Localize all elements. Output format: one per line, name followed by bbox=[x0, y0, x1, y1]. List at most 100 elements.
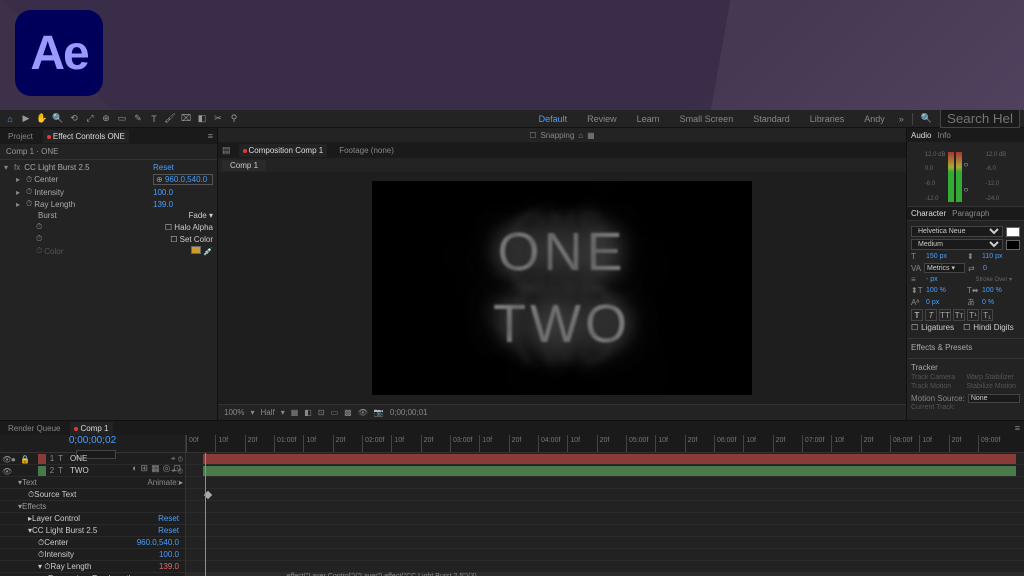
track-camera-button[interactable]: Track Camera bbox=[911, 374, 965, 381]
prop-color-swatch[interactable]: 💉 bbox=[191, 246, 213, 256]
twirl-icon[interactable]: ▾ bbox=[4, 163, 14, 172]
smallcaps-button[interactable]: Tт bbox=[953, 309, 965, 321]
prop-effects[interactable]: ▾ Effects bbox=[0, 501, 185, 513]
view-icon[interactable]: 👁 bbox=[358, 408, 368, 417]
snap-opt2-icon[interactable]: ▦ bbox=[587, 131, 595, 140]
effect-controls-tab[interactable]: Effect Controls ONE bbox=[43, 130, 129, 143]
tracker-title[interactable]: Tracker bbox=[911, 363, 1020, 372]
visibility-icon[interactable]: 👁 bbox=[2, 455, 10, 463]
baseline-value[interactable]: 0 px bbox=[924, 299, 964, 306]
anchor-tool-icon[interactable]: ⊕ bbox=[100, 113, 112, 125]
home-icon[interactable]: ⌂ bbox=[4, 113, 16, 125]
workspace-andy[interactable]: Andy bbox=[858, 112, 891, 126]
effects-presets-title[interactable]: Effects & Presets bbox=[911, 343, 1020, 352]
viewer-timecode[interactable]: 0;00;00;01 bbox=[390, 408, 428, 417]
rotate-tool-icon[interactable]: ⤢ bbox=[84, 113, 96, 125]
effect-name[interactable]: CC Light Burst 2.5 bbox=[22, 163, 153, 172]
workspace-standard[interactable]: Standard bbox=[747, 112, 796, 126]
font-family-select[interactable]: Helvetica Neue bbox=[911, 226, 1003, 237]
workspace-review[interactable]: Review bbox=[581, 112, 623, 126]
stabilize-motion-button[interactable]: Stabilize Motion bbox=[967, 383, 1021, 390]
composition-viewer[interactable]: ONE TWO bbox=[218, 172, 906, 404]
prop-center-value[interactable]: ⊕ 960.0,540.0 bbox=[153, 174, 213, 185]
parent-pickwhip-icon[interactable]: ⌖ ⊚ bbox=[171, 454, 183, 464]
solo-icon[interactable]: ● bbox=[11, 455, 19, 463]
toggle-icon[interactable]: ⊡ bbox=[318, 408, 325, 417]
prop-raylength-value[interactable]: 139.0 bbox=[153, 200, 213, 209]
effect-reset[interactable]: Reset bbox=[153, 163, 213, 172]
workspace-default[interactable]: Default bbox=[533, 112, 574, 126]
audio-tab[interactable]: Audio bbox=[911, 131, 931, 140]
region-icon[interactable]: ▭ bbox=[331, 408, 339, 417]
camera-icon[interactable]: 📷 bbox=[374, 408, 384, 417]
parent-pickwhip-icon[interactable]: ⌖ ⊚ bbox=[171, 466, 183, 476]
render-queue-tab[interactable]: Render Queue bbox=[4, 422, 64, 435]
comp-nav-icon[interactable]: ▤ bbox=[222, 145, 231, 156]
hand-tool-icon[interactable]: ✋ bbox=[36, 113, 48, 125]
layer-color-tag[interactable] bbox=[38, 466, 46, 476]
prop-ray-length[interactable]: ▾ ⏱ Ray Length139.0 bbox=[0, 561, 185, 573]
stroke-color-swatch[interactable] bbox=[1006, 240, 1020, 250]
motion-source-select[interactable]: None bbox=[968, 394, 1020, 403]
stroke-value[interactable]: - px bbox=[924, 276, 973, 283]
prop-text[interactable]: ▾ TextAnimate:▸ bbox=[0, 477, 185, 489]
tsume-value[interactable]: 0 % bbox=[980, 299, 1020, 306]
crosshair-icon[interactable]: ⊕ bbox=[156, 175, 163, 184]
visibility-icon[interactable]: 👁 bbox=[2, 467, 10, 475]
leading-value[interactable]: 110 px bbox=[980, 253, 1020, 260]
prop-burst-value[interactable]: Fade ▾ bbox=[189, 211, 213, 220]
superscript-button[interactable]: T¹ bbox=[967, 309, 979, 321]
tracking-value[interactable]: 0 bbox=[981, 265, 1020, 272]
font-weight-select[interactable]: Medium bbox=[911, 239, 1003, 250]
twirl-icon[interactable]: ▸ bbox=[16, 200, 26, 209]
italic-button[interactable]: T bbox=[925, 309, 937, 321]
roto-tool-icon[interactable]: ✂ bbox=[212, 113, 224, 125]
twirl-icon[interactable]: ▸ bbox=[16, 175, 26, 184]
comp-timeline-tab[interactable]: Comp 1 bbox=[70, 422, 112, 435]
playhead[interactable] bbox=[205, 453, 206, 576]
track-motion-button[interactable]: Track Motion bbox=[911, 383, 965, 390]
rect-tool-icon[interactable]: ▭ bbox=[116, 113, 128, 125]
search-help-input[interactable] bbox=[940, 109, 1020, 128]
prop-setcolor-checkbox[interactable]: ☐ Set Color bbox=[170, 235, 213, 244]
stopwatch-icon[interactable]: ⏱ bbox=[36, 234, 42, 244]
font-size-value[interactable]: 150 px bbox=[924, 253, 964, 260]
panel-menu-icon[interactable]: ≡ bbox=[208, 131, 213, 141]
project-tab[interactable]: Project bbox=[4, 130, 37, 143]
prop-intensity[interactable]: ⏱ Intensity100.0 bbox=[0, 549, 185, 561]
mask-icon[interactable]: ◧ bbox=[304, 408, 312, 417]
fx-badge[interactable]: fx bbox=[14, 163, 20, 172]
caps-button[interactable]: TT bbox=[939, 309, 951, 321]
selection-tool-icon[interactable]: ▶ bbox=[20, 113, 32, 125]
layer-name[interactable]: ONE bbox=[68, 454, 171, 463]
stamp-tool-icon[interactable]: ⌧ bbox=[180, 113, 192, 125]
bold-button[interactable]: T bbox=[911, 309, 923, 321]
slider-icon[interactable]: ○ bbox=[964, 185, 984, 194]
layer-name[interactable]: TWO bbox=[68, 466, 171, 475]
info-tab[interactable]: Info bbox=[937, 131, 950, 140]
prop-center[interactable]: ⏱ Center960.0,540.0 bbox=[0, 537, 185, 549]
zoom-dropdown[interactable]: 100% bbox=[224, 408, 244, 417]
orbit-tool-icon[interactable]: ⟲ bbox=[68, 113, 80, 125]
workspace-learn[interactable]: Learn bbox=[631, 112, 666, 126]
layer-row[interactable]: 👁 2 T TWO ⌖ ⊚ bbox=[0, 465, 185, 477]
puppet-tool-icon[interactable]: ⚲ bbox=[228, 113, 240, 125]
animate-menu-icon[interactable]: ▸ bbox=[179, 478, 183, 487]
character-tab[interactable]: Character bbox=[911, 209, 946, 218]
prop-source-text[interactable]: ⏱ Source Text bbox=[0, 489, 185, 501]
prop-halo-checkbox[interactable]: ☐ Halo Alpha bbox=[165, 223, 213, 232]
lock-icon[interactable]: 🔒 bbox=[20, 455, 28, 463]
ligatures-checkbox[interactable]: ☐ bbox=[911, 323, 918, 332]
twirl-icon[interactable]: ▸ bbox=[16, 188, 26, 197]
workspace-small[interactable]: Small Screen bbox=[674, 112, 740, 126]
eyedropper-icon[interactable]: 💉 bbox=[203, 247, 213, 256]
track-area[interactable]: effect("Layer Control")("Layer").effect(… bbox=[186, 453, 1024, 576]
prop-cc-burst[interactable]: ▾ CC Light Burst 2.5Reset bbox=[0, 525, 185, 537]
pen-tool-icon[interactable]: ✎ bbox=[132, 113, 144, 125]
transparency-icon[interactable]: ▩ bbox=[344, 408, 352, 417]
snapping-checkbox[interactable]: ☐ bbox=[529, 131, 536, 140]
workspace-overflow-icon[interactable]: » bbox=[899, 114, 904, 124]
fill-color-swatch[interactable] bbox=[1006, 227, 1020, 237]
prop-intensity-value[interactable]: 100.0 bbox=[153, 188, 213, 197]
time-ruler[interactable]: 00f10f20f01:00f10f20f02:00f10f20f03:00f1… bbox=[186, 435, 1024, 452]
